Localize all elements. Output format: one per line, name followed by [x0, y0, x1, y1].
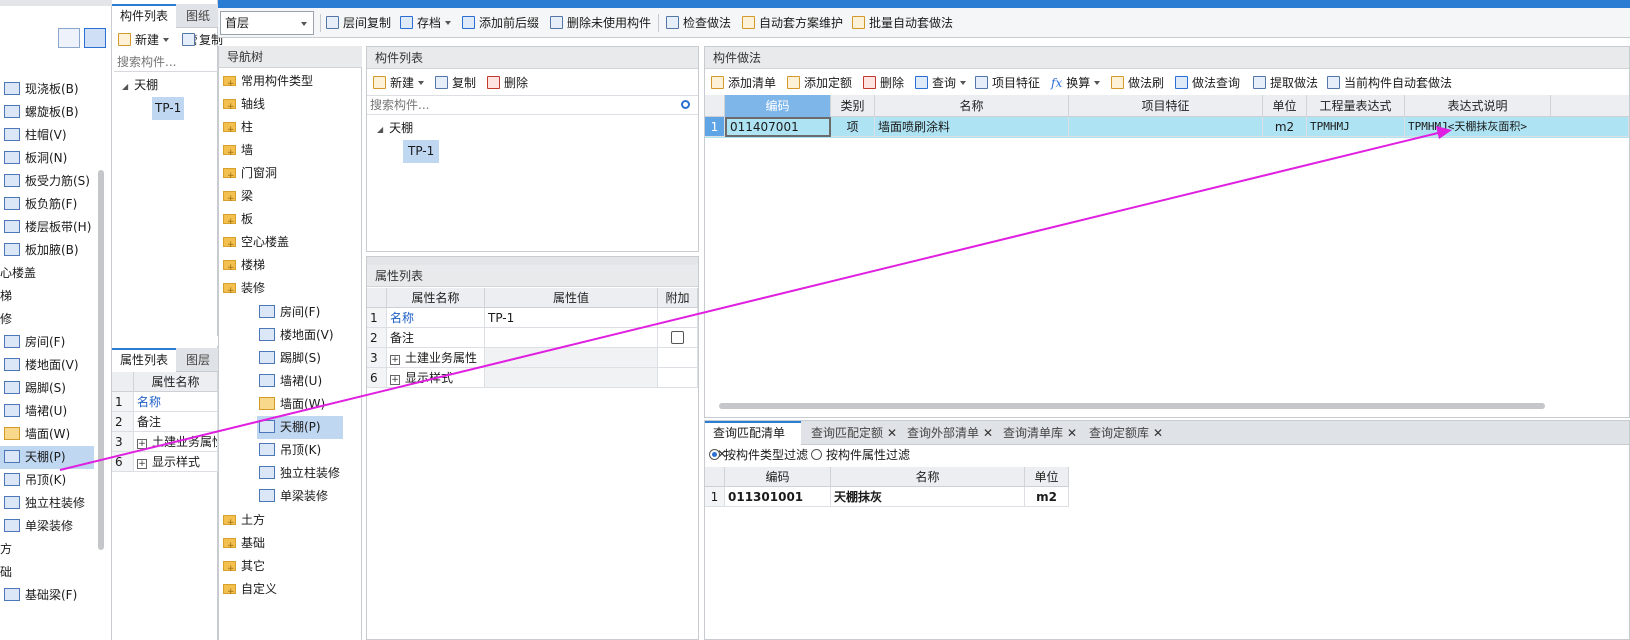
arrow-line — [59, 132, 1439, 471]
annotation-arrow — [59, 126, 1452, 471]
arrow-head — [1436, 126, 1452, 139]
